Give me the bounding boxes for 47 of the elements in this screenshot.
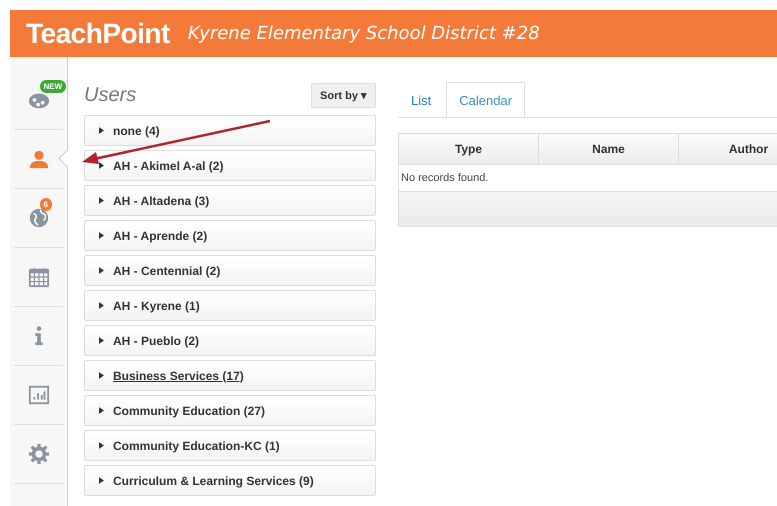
column-header[interactable]: Type: [399, 134, 539, 164]
group-row[interactable]: AH - Aprende (2): [84, 220, 376, 251]
notification-badge: NEW: [40, 80, 66, 93]
calendar-icon: [28, 266, 50, 288]
caret-icon: [99, 162, 104, 169]
group-row[interactable]: none (4): [84, 115, 376, 146]
chart-icon: [28, 384, 50, 406]
caret-icon: [99, 197, 104, 204]
group-row[interactable]: AH - Pueblo (2): [84, 325, 376, 356]
group-row[interactable]: Community Education (27): [84, 395, 376, 426]
caret-icon: [99, 302, 104, 309]
group-label: none (4): [113, 124, 160, 138]
group-row[interactable]: AH - Akimel A-al (2): [84, 150, 376, 181]
group-label: AH - Kyrene (1): [113, 298, 200, 312]
caret-icon: [99, 407, 104, 414]
group-label: Curriculum & Learning Services (9): [113, 474, 314, 488]
group-row[interactable]: AH - Altadena (3): [84, 185, 376, 216]
settings-icon: [28, 443, 50, 465]
group-label: AH - Altadena (3): [113, 194, 210, 208]
group-label: AH - Akimel A-al (2): [113, 158, 224, 172]
group-row[interactable]: Curriculum & Learning Services (9): [84, 465, 376, 496]
group-row[interactable]: AH - Kyrene (1): [84, 290, 376, 321]
caret-icon: [99, 442, 104, 449]
caret-icon: [99, 127, 104, 134]
group-label: AH - Aprende (2): [113, 228, 208, 242]
sort-button[interactable]: Sort by ▾: [311, 82, 376, 108]
user-icon: [28, 148, 50, 170]
column-header[interactable]: Author: [679, 134, 777, 164]
group-label: Community Education-KC (1): [113, 438, 280, 452]
group-label: Business Services (17): [113, 368, 244, 382]
globe-icon: [28, 207, 50, 229]
group-row[interactable]: AH - Centennial (2): [84, 255, 376, 286]
caret-icon: [99, 477, 104, 484]
tab[interactable]: Calendar: [446, 82, 525, 117]
caret-icon: [99, 232, 104, 239]
caret-icon: [99, 372, 104, 379]
caret-icon: [99, 337, 104, 344]
column-header[interactable]: Name: [539, 134, 679, 164]
group-label: AH - Pueblo (2): [113, 334, 199, 348]
group-row[interactable]: Business Services (17): [84, 360, 376, 391]
district-name: Kyrene Elementary School District #28: [188, 23, 540, 44]
group-label: Community Education (27): [113, 404, 266, 418]
notification-badge: 6: [40, 198, 52, 211]
group-label: AH - Centennial (2): [113, 264, 220, 278]
panel-title: Users: [84, 84, 136, 106]
group-row[interactable]: Community Education-KC (1): [84, 430, 376, 461]
caret-icon: [99, 267, 104, 274]
